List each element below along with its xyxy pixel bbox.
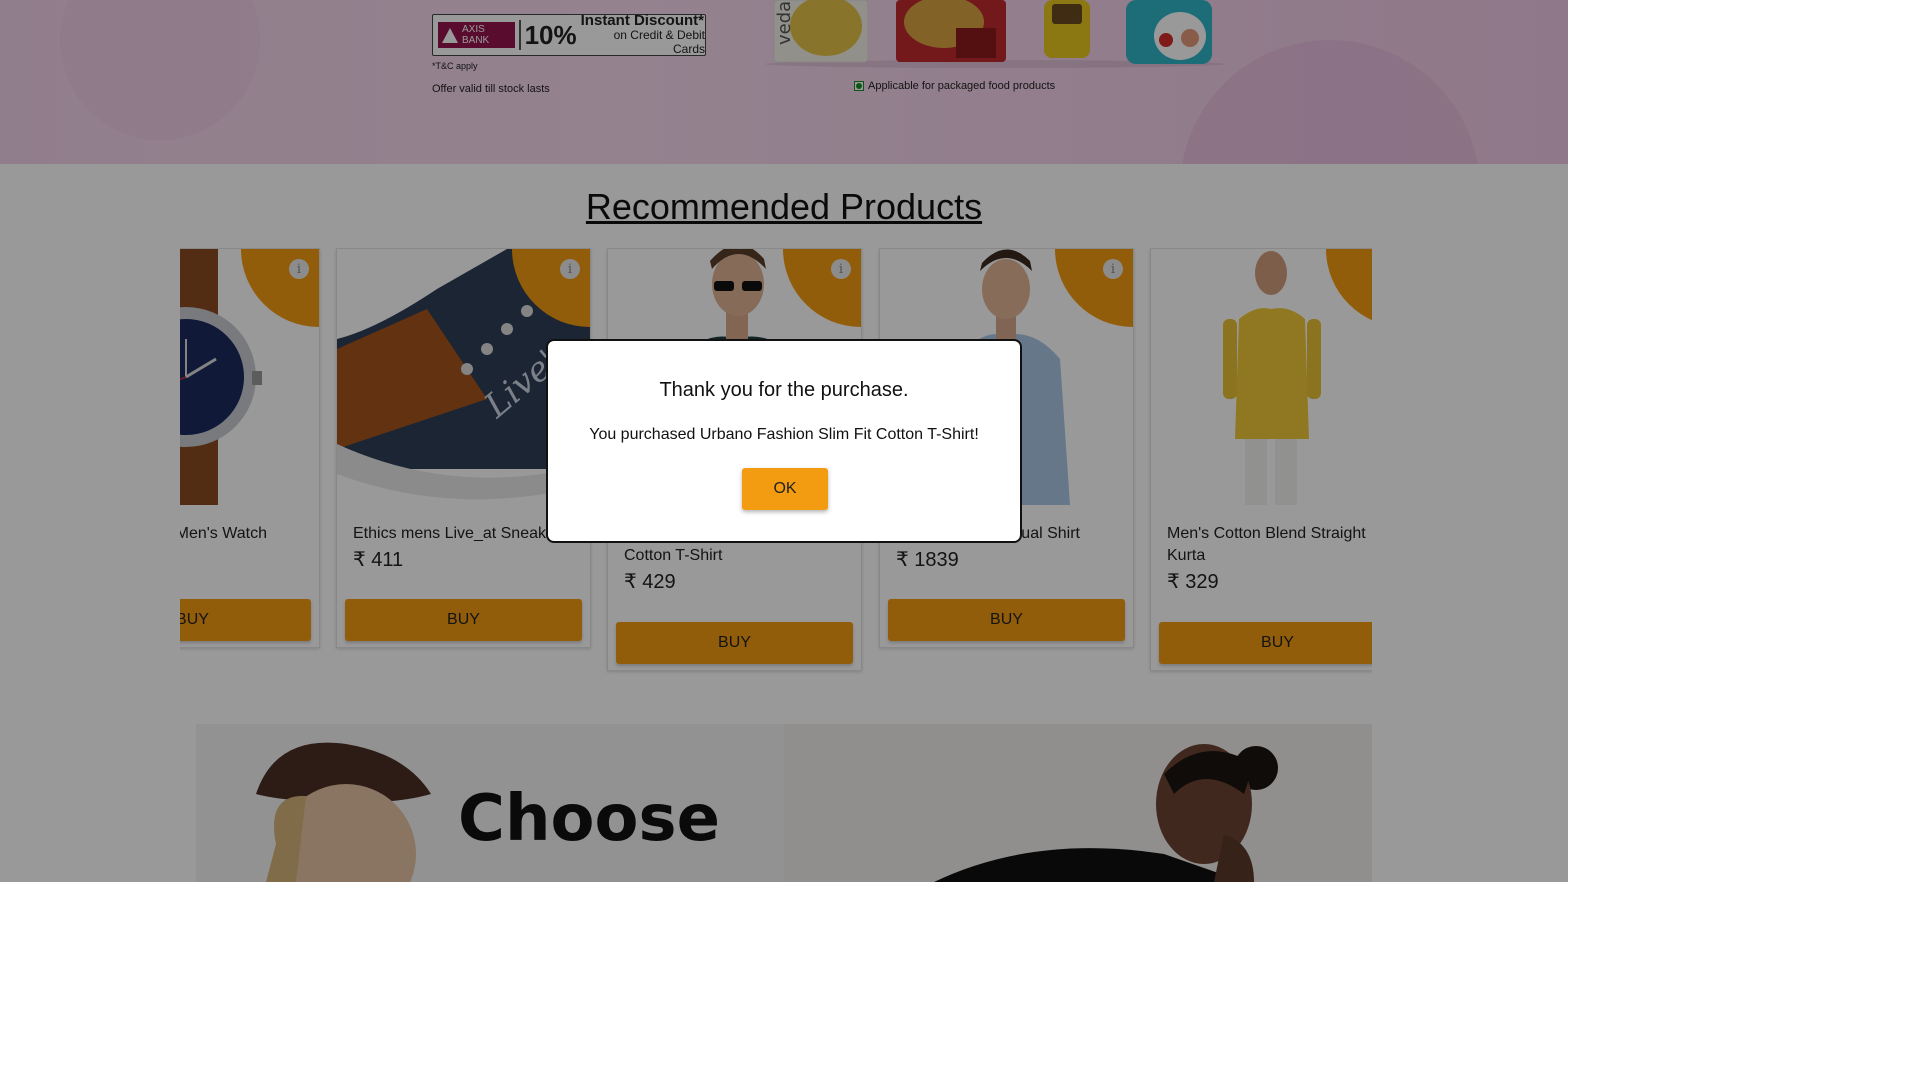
purchase-confirmation-dialog: Thank you for the purchase. You purchase… bbox=[546, 339, 1022, 543]
ok-button[interactable]: OK bbox=[742, 468, 828, 510]
dialog-message: You purchased Urbano Fashion Slim Fit Co… bbox=[589, 426, 979, 443]
dialog-title: Thank you for the purchase. bbox=[659, 379, 909, 401]
